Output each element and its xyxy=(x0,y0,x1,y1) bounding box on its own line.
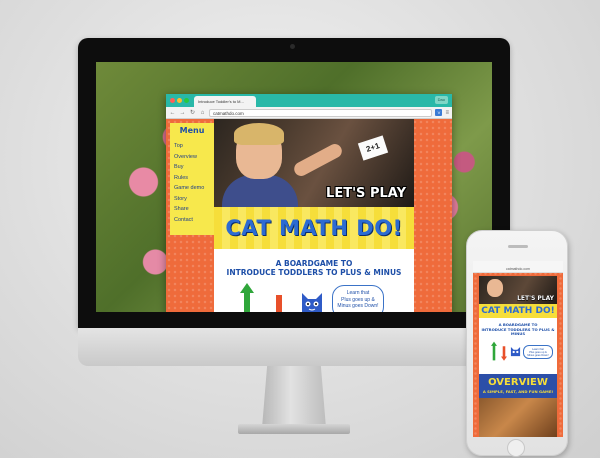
lets-play-heading: LET'S PLAY xyxy=(326,186,406,201)
menu-item-buy[interactable]: Buy xyxy=(174,162,210,173)
tagline-line-2: INTRODUCE TODDLERS TO PLUS & MINUS xyxy=(226,268,402,277)
extension-icon[interactable]: V xyxy=(435,109,443,116)
math-card: 2+1 xyxy=(357,135,389,161)
site-menu: Menu Top Overview Buy Rules Game demo St… xyxy=(170,123,214,235)
forward-arrow-icon[interactable]: → xyxy=(179,110,186,116)
phone-board-photo xyxy=(479,398,557,437)
minimize-window-button[interactable] xyxy=(177,98,182,103)
phone-tagline-line-2: INTRODUCE TODDLERS TO PLUS & MINUS xyxy=(481,326,555,337)
camera-icon xyxy=(290,44,295,49)
home-button[interactable] xyxy=(507,439,525,457)
green-up-arrow-icon xyxy=(240,283,254,312)
speech-line-3: Minus goes Down! xyxy=(337,303,379,309)
phone-illustration: Learn that Plus goes up & Minus goes Dow… xyxy=(479,341,557,363)
phone-intro-section: A BOARDGAME TO INTRODUCE TODDLERS TO PLU… xyxy=(479,318,557,374)
browser-toolbar: ← → ↻ ⌂ catmathdo.com V ≡ xyxy=(166,107,452,119)
phone-hero-photo: LET'S PLAY xyxy=(479,276,557,304)
phone-screen: catmathdo.com LET'S PLAY CAT MATH DO! A … xyxy=(473,261,563,437)
hero-photo: 2+1 LET'S PLAY xyxy=(214,119,414,207)
menu-item-contact[interactable]: Contact xyxy=(174,215,210,226)
phone-overview-section: OVERVIEW A SIMPLE, FAST, AND FUN GAME! xyxy=(479,374,557,398)
menu-title: Menu xyxy=(179,126,205,135)
imac-foot xyxy=(238,424,350,434)
phone-address-bar[interactable]: catmathdo.com xyxy=(473,266,563,273)
reload-icon[interactable]: ↻ xyxy=(189,109,196,116)
child-hair xyxy=(234,123,284,145)
child-body xyxy=(222,175,298,207)
phone-speech-bubble: Learn that Plus goes up & Minus goes Dow… xyxy=(523,344,553,359)
blue-cat-icon xyxy=(302,293,322,312)
browser-tab[interactable]: Introduce Toddler's to M... xyxy=(194,96,256,107)
phone-tagline: A BOARDGAME TO INTRODUCE TODDLERS TO PLU… xyxy=(479,318,557,337)
phone-down-arrow-icon xyxy=(501,345,507,361)
orange-down-arrow-icon xyxy=(276,295,282,312)
phone-overview-subheading: A SIMPLE, FAST, AND FUN GAME! xyxy=(482,389,554,394)
iphone-device: catmathdo.com LET'S PLAY CAT MATH DO! A … xyxy=(466,230,568,457)
phone-site-title: CAT MATH DO! xyxy=(479,304,557,318)
home-icon[interactable]: ⌂ xyxy=(199,110,206,116)
phone-cat-icon xyxy=(510,346,521,356)
phone-child-face xyxy=(487,279,503,297)
phone-up-arrow-icon xyxy=(491,341,497,361)
imac-chin xyxy=(78,328,510,366)
menu-item-story[interactable]: Story xyxy=(174,194,210,205)
website-page: Menu Top Overview Buy Rules Game demo St… xyxy=(166,119,452,312)
browser-window: Introduce Toddler's to M... Dao ← → ↻ ⌂ … xyxy=(166,94,452,312)
desktop-wallpaper: Introduce Toddler's to M... Dao ← → ↻ ⌂ … xyxy=(96,62,492,312)
illustration: Learn that Plus goes up & Minus goes Dow… xyxy=(214,281,414,312)
menu-item-overview[interactable]: Overview xyxy=(174,152,210,163)
back-arrow-icon[interactable]: ← xyxy=(169,110,176,116)
phone-speech-line-3: Minus goes Down! xyxy=(527,354,549,358)
phone-lets-play: LET'S PLAY xyxy=(517,295,554,302)
tagline-line-1: A BOARDGAME TO xyxy=(275,259,353,268)
browser-tabbar: Introduce Toddler's to M... Dao xyxy=(166,94,452,107)
child-arm xyxy=(291,141,345,179)
address-bar[interactable]: catmathdo.com xyxy=(209,108,433,117)
profile-button[interactable]: Dao xyxy=(434,96,448,104)
phone-overview-heading: OVERVIEW xyxy=(488,377,548,388)
imac-stand xyxy=(262,366,326,428)
menu-item-game-demo[interactable]: Game demo xyxy=(174,183,210,194)
imac-monitor: Introduce Toddler's to M... Dao ← → ↻ ⌂ … xyxy=(78,38,510,328)
site-title: CAT MATH DO! xyxy=(225,216,403,240)
menu-item-rules[interactable]: Rules xyxy=(174,173,210,184)
phone-speaker xyxy=(508,245,528,248)
menu-item-top[interactable]: Top xyxy=(174,141,210,152)
site-content: 2+1 LET'S PLAY CAT MATH DO! A BOARDGAME … xyxy=(214,119,414,312)
close-window-button[interactable] xyxy=(170,98,175,103)
maximize-window-button[interactable] xyxy=(184,98,189,103)
tagline: A BOARDGAME TO INTRODUCE TODDLERS TO PLU… xyxy=(214,259,414,277)
speech-bubble: Learn that Plus goes up & Minus goes Dow… xyxy=(332,285,384,312)
menu-item-share[interactable]: Share xyxy=(174,204,210,215)
menu-icon[interactable]: ≡ xyxy=(445,110,449,116)
title-band: CAT MATH DO! xyxy=(214,207,414,249)
